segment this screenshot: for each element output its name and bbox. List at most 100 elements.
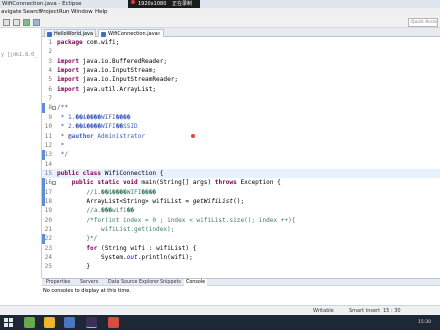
- code-line[interactable]: 6 import java.util.ArrayList;: [42, 85, 440, 94]
- line-number: 5: [48, 76, 52, 84]
- code-line[interactable]: 21 wifiList.get(index);: [42, 225, 440, 234]
- code-text: package com.wifi;: [57, 39, 120, 46]
- package-explorer-entry[interactable]: y [jdk1.8.0_: [1, 52, 37, 58]
- eclipse-icon[interactable]: [86, 317, 97, 328]
- code-line[interactable]: 15 public class WifiConnection {: [42, 168, 440, 179]
- recorder-icon[interactable]: [108, 317, 119, 328]
- code-text: public class WifiConnection {: [57, 169, 164, 177]
- code-line[interactable]: 2: [42, 47, 440, 56]
- change-marker: [42, 150, 45, 160]
- code-line[interactable]: 14: [42, 160, 440, 169]
- tab-helloworld[interactable]: HelloWorld.java: [44, 29, 96, 37]
- line-number: 14: [44, 160, 52, 168]
- recording-resolution: 1920x1080: [138, 1, 167, 7]
- code-line[interactable]: 17 //1.��ȡ����WIFI����: [42, 188, 440, 197]
- code-text: * @author Administrator: [57, 132, 146, 140]
- line-number: 20: [44, 216, 52, 224]
- line-number: 25: [44, 263, 52, 271]
- line-number: 1: [48, 39, 52, 46]
- java-file-icon: [101, 31, 106, 37]
- code-line[interactable]: 20 /*for(int index = 0 ; index < wifiLis…: [42, 216, 440, 225]
- code-line[interactable]: 22 }*/: [42, 234, 440, 243]
- recording-indicator[interactable]: 1920x1080 正在录制: [128, 0, 200, 8]
- java-file-icon: [47, 31, 52, 37]
- line-number: 7: [48, 95, 52, 103]
- change-marker: [42, 196, 45, 207]
- console-message: No consoles to display at this time.: [43, 288, 131, 294]
- code-line[interactable]: 16− public static void main(String[] arg…: [42, 178, 440, 187]
- status-bar: Writable Smart Insert 15 : 30: [0, 305, 440, 315]
- cursor-highlight-icon: [191, 134, 195, 138]
- code-text: */: [57, 151, 69, 159]
- folder-icon[interactable]: [44, 317, 55, 328]
- code-line[interactable]: 24 System.out.println(wifi);: [42, 253, 440, 262]
- code-text: * 1.��ȡ����WIFI����: [57, 113, 131, 121]
- line-number: 15: [44, 169, 52, 177]
- taskbar-app-icon[interactable]: [24, 317, 35, 328]
- code-line[interactable]: 19 //a.���wifi��: [42, 206, 440, 215]
- code-line[interactable]: 3 import java.io.BufferedReader;: [42, 57, 440, 66]
- code-line[interactable]: 7: [42, 94, 440, 103]
- line-number: 19: [44, 207, 52, 215]
- code-text: /*for(int index = 0 ; index < wifiList.s…: [86, 216, 296, 224]
- console-view: No consoles to display at this time.: [42, 286, 440, 305]
- quick-access-input[interactable]: Quick Access: [408, 18, 438, 27]
- save-icon[interactable]: [13, 19, 20, 26]
- change-marker: [42, 234, 45, 244]
- fold-toggle-icon[interactable]: −: [52, 180, 56, 185]
- code-line[interactable]: 5 import java.io.InputStreamReader;: [42, 75, 440, 84]
- change-marker: [42, 187, 45, 197]
- tray-clock[interactable]: 15:30: [418, 315, 431, 330]
- code-line[interactable]: 25 }: [42, 262, 440, 271]
- bottom-view-tabs: Properties Servers Data Source Explorer …: [42, 278, 440, 287]
- code-text: import java.io.BufferedReader;: [57, 57, 168, 65]
- line-number: 2: [48, 48, 52, 56]
- code-text: * 2.��ȡ����WIFI��SSID: [57, 123, 138, 131]
- window-title-bar: WifiConnection.java - Eclipse: [0, 0, 440, 8]
- code-editor[interactable]: 1 package com.wifi; 2 3 import java.io.Buffe…: [42, 37, 440, 271]
- main-toolbar: Quick Access: [0, 17, 440, 28]
- taskbar: 15:30: [0, 315, 440, 330]
- menu-window[interactable]: Window: [71, 8, 93, 17]
- line-number: 11: [44, 132, 52, 140]
- package-explorer: y [jdk1.8.0_: [0, 28, 42, 278]
- record-dot-icon: [131, 0, 135, 4]
- new-icon[interactable]: [3, 19, 10, 26]
- code-text: }: [57, 263, 91, 271]
- code-text: //1.��ȡ����WIFI����: [86, 188, 157, 196]
- code-line[interactable]: 10 * 2.��ȡ����WIFI��SSID: [42, 122, 440, 131]
- run-icon[interactable]: [23, 19, 30, 26]
- code-text: /**: [57, 104, 69, 112]
- change-marker: [42, 178, 45, 188]
- code-line[interactable]: 13 */: [42, 150, 440, 159]
- code-text: for (String wifi : wifiList) {: [86, 244, 197, 252]
- browser-icon[interactable]: [64, 317, 75, 328]
- code-line[interactable]: 23 for (String wifi : wifiList) {: [42, 244, 440, 253]
- menu-bar: avigate Search Project Run Window Help: [0, 8, 440, 17]
- debug-icon[interactable]: [33, 19, 40, 26]
- code-line[interactable]: 8−/**: [42, 103, 440, 112]
- menu-navigate[interactable]: avigate: [1, 8, 22, 17]
- editor-tab-bar: HelloWorld.java WifiConnection.java ×: [42, 28, 440, 37]
- code-text: ArrayList<String> wifiList = getWifiList…: [57, 197, 245, 205]
- code-line[interactable]: 9 * 1.��ȡ����WIFI����: [42, 113, 440, 122]
- line-number: 9: [48, 113, 52, 121]
- code-line[interactable]: 4 import java.io.InputStream;: [42, 66, 440, 75]
- code-text: import java.io.InputStreamReader;: [57, 76, 179, 84]
- menu-help[interactable]: Help: [95, 8, 108, 17]
- code-line[interactable]: 18 ArrayList<String> wifiList = getWifiL…: [42, 197, 440, 206]
- line-number: 24: [44, 254, 52, 262]
- menu-project[interactable]: Project: [40, 8, 59, 17]
- line-number: 21: [44, 226, 52, 233]
- menu-run[interactable]: Run: [59, 8, 70, 17]
- fold-toggle-icon[interactable]: −: [52, 105, 56, 110]
- tab-wificonnection[interactable]: WifiConnection.java ×: [98, 29, 164, 37]
- line-number: 23: [44, 244, 52, 252]
- code-line[interactable]: 11 * @author Administrator: [42, 132, 440, 141]
- code-line[interactable]: 12 *: [42, 141, 440, 150]
- windows-start-icon[interactable]: [4, 318, 13, 327]
- code-line[interactable]: 1 package com.wifi;: [42, 38, 440, 47]
- line-number: 4: [48, 67, 52, 75]
- code-text: System.out.println(wifi);: [57, 254, 193, 262]
- line-number: 10: [44, 123, 52, 131]
